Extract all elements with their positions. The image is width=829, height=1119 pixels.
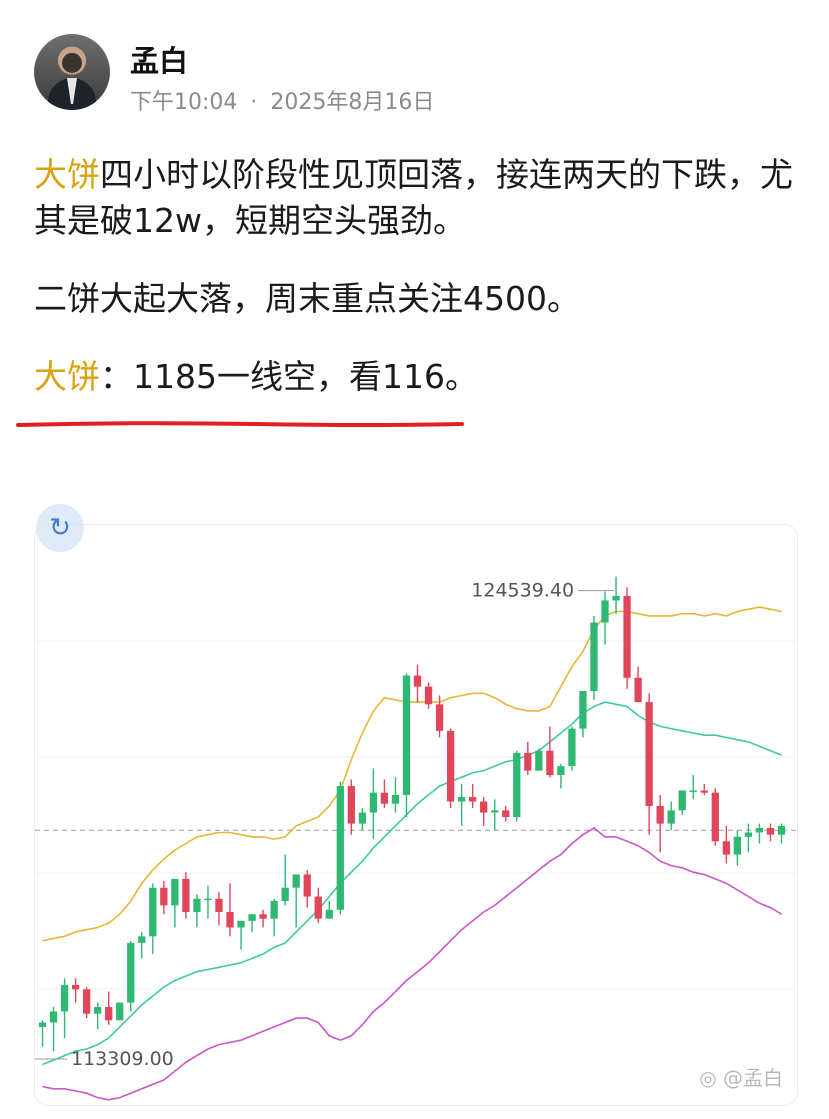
brand-logo-icon: ◎: [699, 1066, 717, 1090]
candle-body: [612, 596, 620, 601]
candle-body: [700, 790, 708, 793]
candle-body: [127, 942, 135, 1003]
high-price-label: 124539.40: [471, 580, 574, 602]
candle-body: [601, 600, 609, 623]
paragraph-3: 大饼：1185一线空，看116。: [34, 354, 794, 400]
candle-body: [755, 828, 764, 833]
avatar[interactable]: [34, 34, 110, 110]
candlestick-chart: 124539.40 113309.00: [35, 576, 797, 1101]
post-date: 2025年8月16日: [270, 90, 435, 115]
candle-body: [502, 810, 510, 817]
candle-body: [391, 794, 400, 804]
candle-body: [347, 786, 355, 824]
highlight-text: 大饼: [34, 357, 100, 396]
candle-body: [777, 825, 786, 835]
candle-body: [402, 675, 411, 795]
candle-body: [49, 1011, 58, 1023]
post-meta: 下午10:04 · 2025年8月16日: [130, 84, 440, 116]
candle-body: [226, 912, 234, 928]
candle-body: [281, 887, 289, 901]
price-chart[interactable]: 124539.40 113309.00 ◎ @孟白: [34, 524, 798, 1106]
candle-body: [259, 914, 267, 919]
candle-body: [590, 622, 598, 692]
candle-body: [336, 786, 344, 910]
candle-body: [446, 730, 455, 802]
candle-body: [116, 1002, 124, 1021]
candle-body: [38, 1022, 47, 1027]
post-body: 大饼四小时以阶段性见顶回落，接连两天的下跌，尤其是破12w，短期空头强劲。 二饼…: [34, 152, 794, 432]
candle-body: [568, 728, 576, 767]
paragraph-1: 大饼四小时以阶段性见顶回落，接连两天的下跌，尤其是破12w，短期空头强劲。: [34, 152, 794, 244]
candle-body: [435, 704, 444, 731]
candle-body: [491, 810, 499, 813]
candle-body: [733, 836, 742, 855]
candle-body: [105, 1007, 113, 1021]
candle-body: [60, 984, 69, 1012]
candle-body: [369, 792, 378, 813]
candle-body: [204, 898, 212, 901]
meta-separator: ·: [250, 90, 258, 115]
watermark-text: 孟白: [743, 1066, 783, 1090]
candle-body: [667, 810, 675, 824]
candle-body: [149, 887, 157, 937]
candle-body: [160, 887, 168, 906]
candle-body: [766, 828, 775, 835]
candle-body: [744, 832, 753, 837]
highlight-text: 大饼: [34, 155, 100, 194]
author-name[interactable]: 孟白: [130, 38, 188, 80]
candle-body: [711, 792, 719, 842]
candle-body: [413, 675, 422, 687]
paragraph-text: 二饼大起大落，周末重点关注4500。: [34, 279, 580, 318]
candle-body: [645, 702, 653, 806]
candle-body: [469, 797, 477, 802]
candle-body: [557, 766, 565, 776]
candle-body: [634, 677, 642, 703]
candle-body: [138, 936, 146, 943]
candle-body: [689, 790, 697, 792]
watermark: ◎ @孟白: [699, 1066, 783, 1090]
candle-body: [424, 686, 433, 705]
candle-body: [623, 596, 631, 678]
candle-body: [535, 750, 543, 771]
candle-body: [193, 898, 201, 913]
candle-body: [656, 805, 664, 824]
candle-body: [182, 878, 190, 913]
post-time: 下午10:04: [130, 90, 238, 115]
candle-body: [722, 841, 730, 855]
paragraph-text: 四小时以阶段性见顶回落，接连两天的下跌，尤其是破12w，短期空头强劲。: [34, 155, 793, 240]
candle-body: [270, 900, 278, 919]
candle-body: [82, 989, 91, 1014]
candle-body: [480, 801, 488, 813]
candle-body: [513, 752, 521, 817]
paragraph-2: 二饼大起大落，周末重点关注4500。: [34, 276, 794, 322]
candle-body: [292, 874, 300, 888]
refresh-icon[interactable]: ↻: [36, 504, 84, 552]
candle-body: [303, 874, 311, 897]
candle-body: [248, 914, 256, 921]
candle-body: [358, 812, 367, 824]
candle-body: [314, 896, 322, 919]
low-price-label: 113309.00: [71, 1048, 174, 1070]
candle-body: [94, 1007, 102, 1014]
candle-body: [524, 752, 532, 771]
paragraph-text: ：1185一线空，看116。: [100, 357, 478, 396]
candle-body: [380, 792, 389, 804]
candle-body: [71, 984, 80, 990]
candle-body: [546, 750, 554, 776]
candle-body: [237, 920, 245, 928]
post-header: 孟白 下午10:04 · 2025年8月16日: [34, 34, 794, 115]
candle-body: [215, 898, 223, 913]
candle-body: [579, 691, 587, 729]
handwritten-underline: [16, 421, 464, 427]
candle-body: [457, 797, 466, 802]
candle-body: [325, 909, 333, 919]
candle-body: [678, 790, 686, 811]
candle-body: [171, 878, 179, 906]
